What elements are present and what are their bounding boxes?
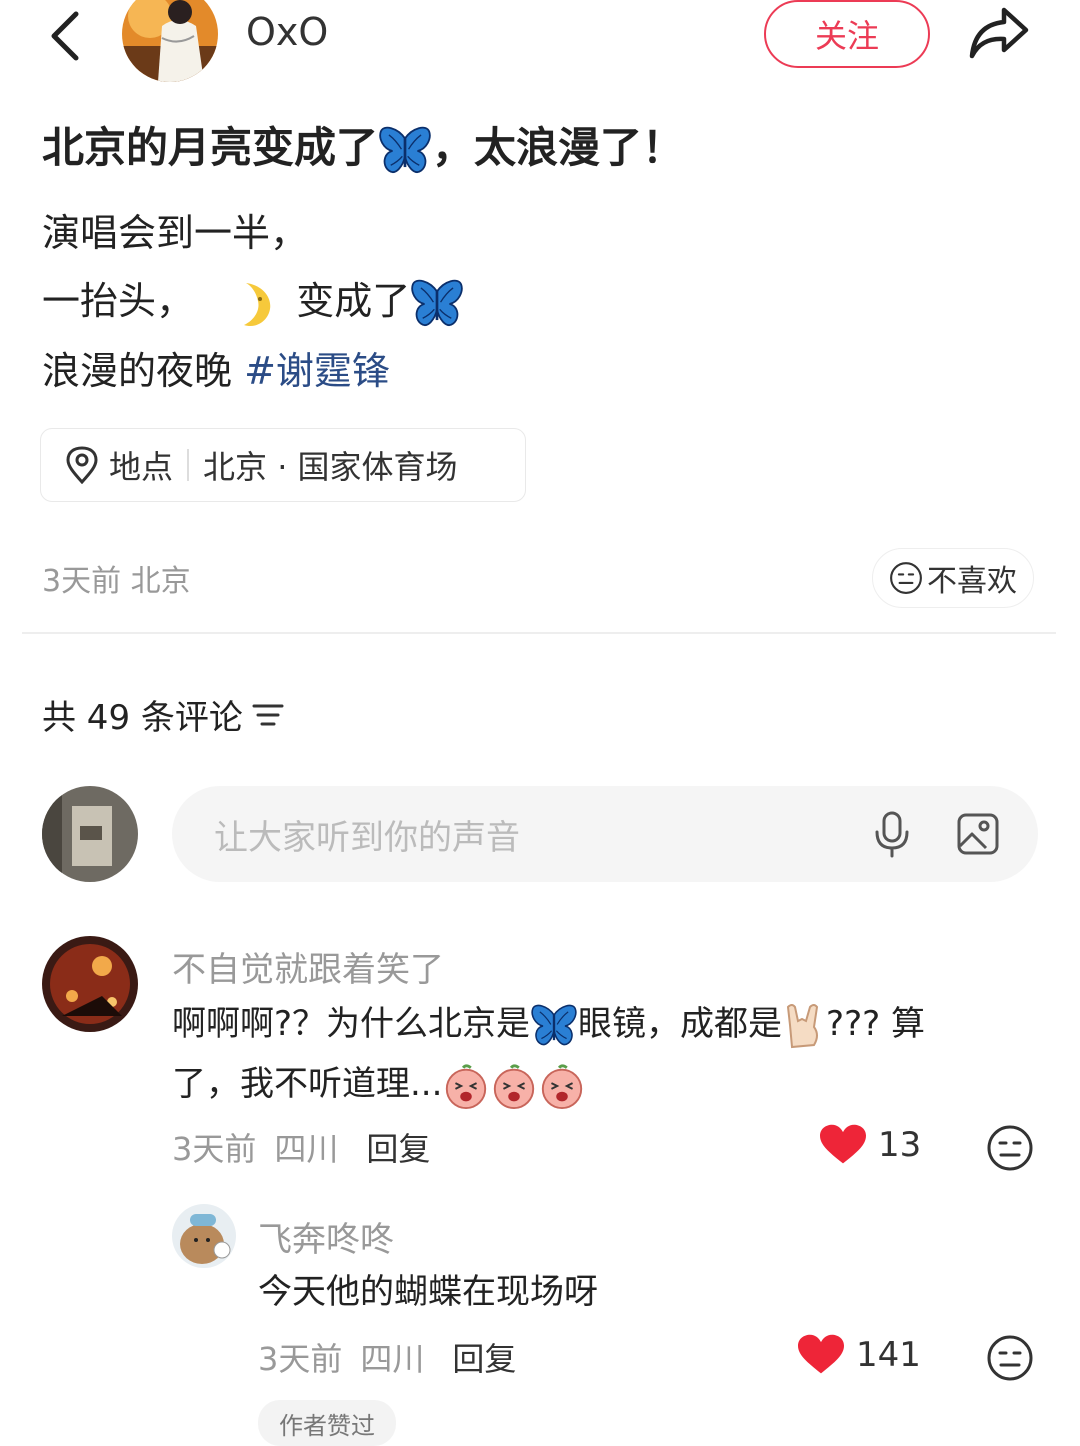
- post-body-line-2: 一抬头， 变成了: [42, 270, 464, 329]
- share-arrow-icon[interactable]: [966, 2, 1032, 62]
- post-body-line-1: 演唱会到一半，: [42, 211, 309, 255]
- crying-peach-emoji-icon: [442, 1062, 490, 1110]
- replier-name[interactable]: 飞奔咚咚: [258, 1212, 394, 1261]
- reply-meta: 3天前 四川 回复: [258, 1334, 516, 1380]
- dislike-label: 不喜欢: [927, 564, 1017, 599]
- dislike-button[interactable]: 不喜欢: [872, 548, 1034, 608]
- like-count: 13: [878, 1125, 922, 1165]
- butterfly-emoji-icon: [378, 126, 432, 176]
- location-label: 地点: [109, 448, 174, 486]
- author-avatar[interactable]: [122, 0, 218, 82]
- author-name[interactable]: OxO: [246, 10, 328, 54]
- comment-count-header: 共 49 条评论: [42, 690, 285, 739]
- author-liked-badge: 作者赞过: [258, 1400, 396, 1446]
- reply-button[interactable]: 回复: [452, 1334, 516, 1380]
- rock-hand-emoji-icon: [786, 1003, 819, 1048]
- post-meta: 3天前 北京: [42, 564, 191, 599]
- butterfly-emoji-icon: [530, 1004, 578, 1048]
- commenter-avatar[interactable]: [42, 936, 138, 1032]
- location-chip[interactable]: 地点 北京 · 国家体育场: [40, 428, 526, 502]
- comment-region: 四川: [274, 1130, 339, 1168]
- reply-time: 3天前: [258, 1340, 343, 1378]
- comment-text: 啊啊啊?？为什么北京是 眼镜，成都是 ??? 算 了，我不听道理...: [172, 994, 1042, 1114]
- commenter-name[interactable]: 不自觉就跟着笑了: [172, 942, 444, 991]
- crying-peach-emoji-icon: [490, 1062, 538, 1110]
- butterfly-emoji-icon: [410, 279, 464, 329]
- microphone-icon[interactable]: [872, 810, 912, 858]
- hashtag-link[interactable]: #谢霆锋: [244, 349, 390, 393]
- crescent-moon-emoji-icon: [244, 282, 271, 326]
- comment-count: 共 49 条评论: [42, 698, 243, 738]
- reply-button[interactable]: 回复: [366, 1124, 430, 1170]
- location-separator: [187, 449, 190, 481]
- comment-meta: 3天前 四川 回复: [172, 1124, 430, 1170]
- heart-icon: [798, 1334, 844, 1376]
- neutral-face-icon[interactable]: [986, 1124, 1034, 1172]
- current-user-avatar: [42, 786, 138, 882]
- like-count: 141: [856, 1335, 921, 1375]
- comment-time: 3天前: [172, 1130, 257, 1168]
- neutral-face-icon: [889, 561, 923, 595]
- sort-lines-icon[interactable]: [251, 700, 285, 730]
- follow-button[interactable]: 关注: [764, 0, 930, 68]
- reply-region: 四川: [360, 1340, 425, 1378]
- neutral-face-icon[interactable]: [986, 1334, 1034, 1382]
- like-button[interactable]: 13: [820, 1124, 921, 1166]
- location-pin-icon: [66, 446, 98, 484]
- image-icon[interactable]: [956, 812, 1000, 856]
- replier-avatar[interactable]: [172, 1204, 236, 1268]
- back-chevron-icon[interactable]: [40, 6, 90, 66]
- post-title: 北京的月亮变成了 ，太浪漫了！: [42, 114, 684, 176]
- location-value: 北京 · 国家体育场: [203, 448, 458, 486]
- heart-icon: [820, 1124, 866, 1166]
- crying-peach-emoji-icon: [538, 1062, 586, 1110]
- divider: [22, 632, 1056, 634]
- like-button[interactable]: 141: [798, 1334, 921, 1376]
- reply-text: 今天他的蝴蝶在现场呀: [258, 1272, 598, 1312]
- post-body-line-3: 浪漫的夜晚 #谢霆锋: [42, 349, 390, 393]
